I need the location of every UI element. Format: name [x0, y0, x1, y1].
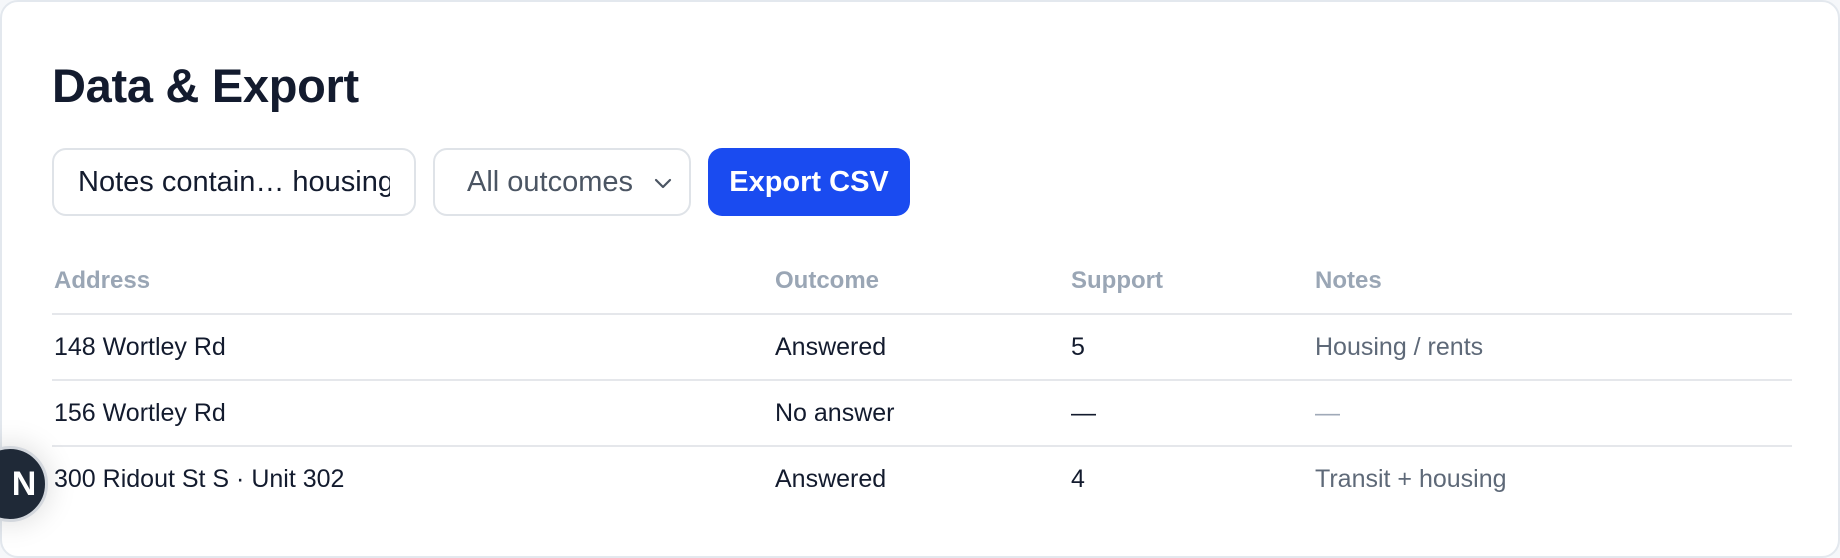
- support-cell: 4: [1071, 464, 1085, 493]
- page-title: Data & Export: [52, 59, 359, 112]
- address-cell: 300 Ridout St S · Unit 302: [54, 464, 345, 493]
- results-table: Address Outcome Support Notes 148 Wortle…: [52, 249, 1792, 511]
- column-header-outcome[interactable]: Outcome: [773, 249, 1069, 315]
- data-export-card: Data & Export All outcomes Export CSV Ad…: [0, 0, 1840, 558]
- filter-bar: All outcomes Export CSV: [52, 148, 910, 216]
- table-row[interactable]: 156 Wortley Rd No answer — —: [52, 380, 1792, 447]
- notes-cell: Housing / rents: [1313, 314, 1792, 381]
- support-cell: 5: [1069, 314, 1313, 381]
- support-cell: —: [1069, 380, 1313, 447]
- table-header-row: Address Outcome Support Notes: [52, 249, 1792, 315]
- column-header-address[interactable]: Address: [52, 249, 773, 315]
- outcome-select-value: All outcomes: [467, 165, 634, 198]
- outcome-select[interactable]: All outcomes: [433, 148, 691, 216]
- export-csv-button[interactable]: Export CSV: [708, 148, 910, 216]
- notes-cell: —: [1313, 380, 1792, 447]
- table-row[interactable]: 300 Ridout St S · Unit 302 Answered 4 Tr…: [52, 446, 1792, 511]
- address-cell: 156 Wortley Rd: [52, 380, 773, 447]
- outcome-cell: Answered: [775, 464, 887, 493]
- outcome-cell: No answer: [773, 380, 1069, 447]
- column-header-support[interactable]: Support: [1069, 249, 1313, 315]
- notes-search-input[interactable]: [52, 148, 416, 216]
- address-cell: 148 Wortley Rd: [52, 314, 773, 381]
- floating-avatar-button[interactable]: N: [0, 446, 48, 522]
- column-header-notes[interactable]: Notes: [1313, 249, 1792, 315]
- notes-cell: Transit + housing: [1315, 464, 1507, 493]
- chevron-down-icon: [654, 178, 672, 189]
- table-row[interactable]: 148 Wortley Rd Answered 5 Housing / rent…: [52, 314, 1792, 381]
- outcome-cell: Answered: [773, 314, 1069, 381]
